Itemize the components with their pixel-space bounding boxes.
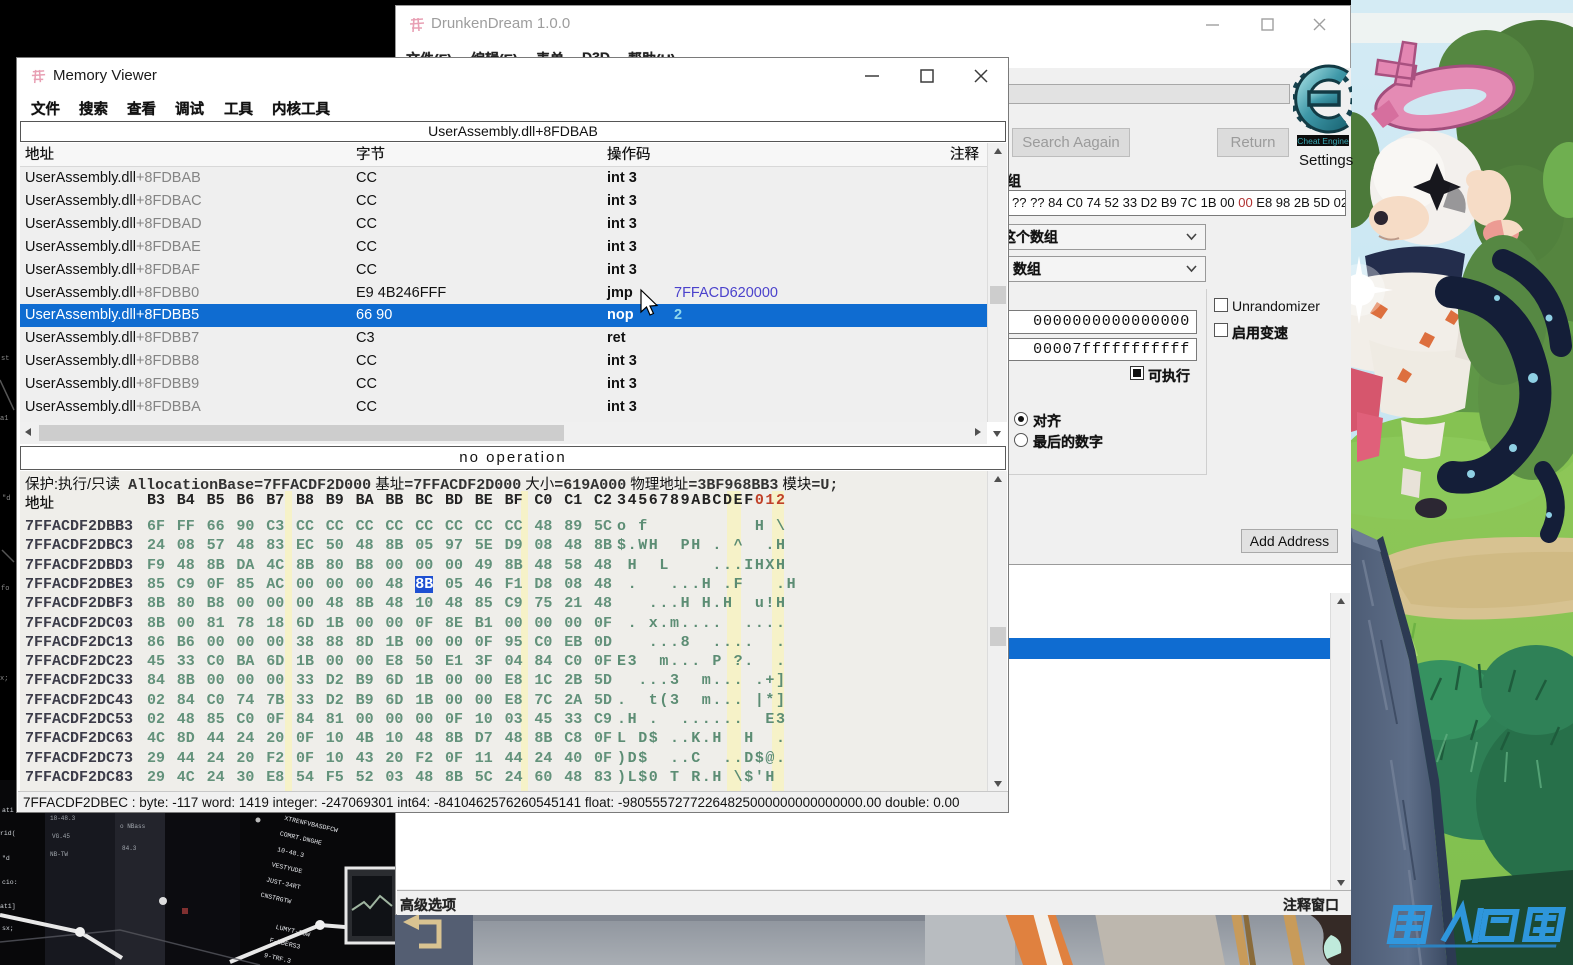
svg-text:84.3: 84.3 <box>122 845 137 852</box>
svg-text:"d: "d <box>2 855 10 862</box>
svg-text:18-48.3: 18-48.3 <box>50 815 76 822</box>
svg-text:x;: x; <box>0 675 8 683</box>
svg-text:o NBass: o NBass <box>120 823 146 830</box>
svg-text:"d: "d <box>2 495 10 503</box>
svg-text:fo: fo <box>1 585 9 593</box>
svg-text:Cheat Engine: Cheat Engine <box>1297 136 1349 146</box>
svg-text:rid(: rid( <box>0 830 16 837</box>
svg-text:cio:: cio: <box>2 879 18 886</box>
svg-text:a1: a1 <box>0 415 8 423</box>
svg-text:at1]: at1] <box>0 903 16 910</box>
svg-text:sx;: sx; <box>2 925 14 932</box>
svg-text:VG.45: VG.45 <box>52 833 70 840</box>
svg-text:ati: ati <box>2 807 14 814</box>
svg-text:st: st <box>1 355 9 363</box>
svg-text:NB-TW: NB-TW <box>50 851 68 858</box>
